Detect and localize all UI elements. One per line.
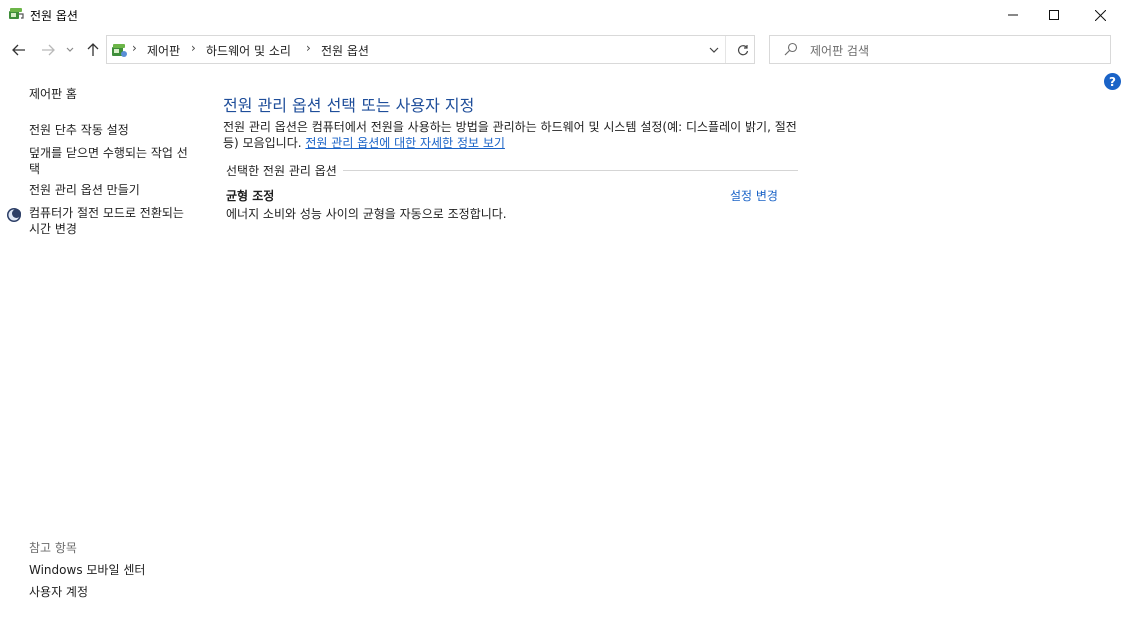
close-icon	[1094, 9, 1106, 21]
arrow-right-icon	[42, 44, 55, 56]
control-panel-home-link[interactable]: 제어판 홈	[29, 86, 77, 102]
search-box[interactable]: 제어판 검색	[769, 35, 1111, 64]
up-button[interactable]	[82, 38, 104, 62]
sleep-moon-icon	[7, 208, 21, 222]
windows-mobility-center-link[interactable]: Windows 모바일 센터	[29, 562, 145, 578]
chevron-down-icon	[66, 47, 74, 52]
selected-plan-heading: 선택한 전원 관리 옵션	[226, 162, 343, 179]
search-icon	[784, 42, 798, 56]
learn-more-link[interactable]: 전원 관리 옵션에 대한 자세한 정보 보기	[305, 136, 505, 150]
plan-name: 균형 조정	[226, 189, 275, 203]
arrow-up-icon	[87, 43, 99, 56]
page-description: 전원 관리 옵션은 컴퓨터에서 전원을 사용하는 방법을 관리하는 하드웨어 및…	[223, 119, 803, 151]
see-also-heading: 참고 항목	[29, 541, 77, 555]
power-options-icon	[9, 8, 24, 19]
forward-button[interactable]	[37, 38, 59, 62]
address-bar[interactable]: › 제어판 › 하드웨어 및 소리 › 전원 옵션	[106, 35, 755, 64]
title-bar: 전원 옵션	[0, 0, 1123, 30]
maximize-icon	[1049, 10, 1059, 20]
help-button[interactable]: ?	[1104, 73, 1121, 90]
plan-description: 에너지 소비와 성능 사이의 균형을 자동으로 조정합니다.	[226, 207, 507, 221]
minimize-icon	[1008, 14, 1018, 16]
breadcrumb-hardware-sound[interactable]: 하드웨어 및 소리	[206, 42, 291, 59]
help-icon: ?	[1109, 74, 1116, 89]
back-button[interactable]	[8, 38, 30, 62]
chevron-right-icon: ›	[132, 41, 137, 55]
lid-close-action-link[interactable]: 덮개를 닫으면 수행되는 작업 선택	[29, 145, 189, 177]
search-placeholder[interactable]: 제어판 검색	[810, 42, 869, 59]
refresh-button[interactable]	[731, 36, 755, 63]
control-panel-icon	[112, 44, 127, 57]
change-plan-settings-link[interactable]: 설정 변경	[730, 187, 778, 204]
minimize-button[interactable]	[990, 0, 1036, 30]
refresh-icon	[737, 44, 749, 55]
arrow-left-icon	[12, 44, 25, 56]
recent-locations-button[interactable]	[62, 38, 78, 62]
breadcrumb-control-panel[interactable]: 제어판	[147, 42, 180, 59]
close-button[interactable]	[1077, 0, 1123, 30]
page-title: 전원 관리 옵션 선택 또는 사용자 지정	[223, 96, 475, 115]
sleep-timing-link[interactable]: 컴퓨터가 절전 모드로 전환되는 시간 변경	[29, 205, 189, 237]
window-title: 전원 옵션	[30, 9, 78, 23]
chevron-right-icon[interactable]: ›	[191, 41, 196, 55]
chevron-down-icon	[709, 47, 719, 53]
address-dropdown-button[interactable]	[703, 36, 726, 63]
breadcrumb-power-options[interactable]: 전원 옵션	[321, 42, 369, 59]
create-power-plan-link[interactable]: 전원 관리 옵션 만들기	[29, 182, 140, 198]
maximize-button[interactable]	[1031, 0, 1077, 30]
user-accounts-link[interactable]: 사용자 계정	[29, 584, 88, 600]
chevron-right-icon[interactable]: ›	[306, 41, 311, 55]
power-button-settings-link[interactable]: 전원 단추 작동 설정	[29, 122, 129, 138]
